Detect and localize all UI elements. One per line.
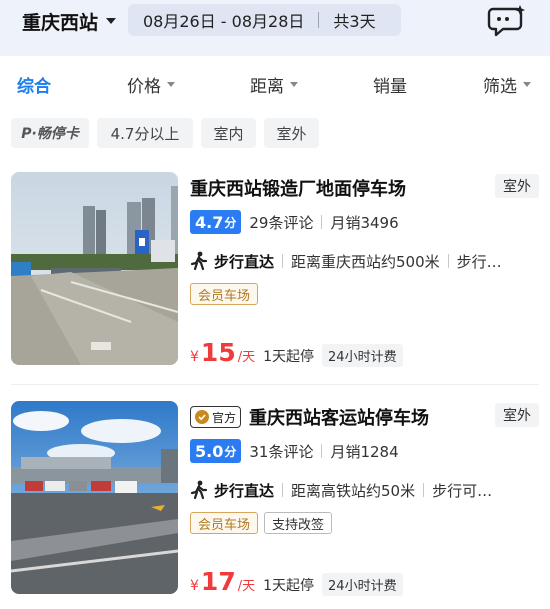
date-divider	[318, 12, 320, 28]
walk-info-row: 步行直达 距离高铁站约50米 步行可…	[190, 478, 538, 502]
tab-label: 价格	[127, 76, 161, 97]
currency-symbol: ¥	[190, 349, 199, 365]
parking-lot-photo	[11, 401, 178, 594]
divider	[282, 483, 284, 497]
list-divider	[11, 384, 539, 385]
tab-distance[interactable]: 距离	[250, 56, 298, 112]
chip-label: P·畅停卡	[21, 126, 79, 142]
caret-down-icon	[290, 81, 298, 87]
top-header: 重庆西站 08月26日 - 08月28日 共3天	[0, 0, 550, 56]
price-value: 17	[200, 567, 236, 596]
caret-down-icon	[167, 81, 175, 87]
total-days: 共3天	[333, 12, 376, 31]
chip-parking-card[interactable]: P·畅停卡	[11, 118, 89, 148]
monthly-sales: 月销1284	[330, 442, 399, 461]
billing-tag: 24小时计费	[322, 344, 403, 367]
review-count[interactable]: 31条评论	[249, 441, 313, 462]
review-count[interactable]: 29条评论	[249, 212, 313, 233]
tab-label: 距离	[250, 76, 284, 97]
score-badge: 4.7 分	[190, 210, 242, 234]
lot-type-badge: 室外	[495, 174, 539, 198]
divider	[321, 215, 323, 229]
member-lot-tag: 会员车场	[190, 283, 259, 305]
chip-outdoor[interactable]: 室外	[264, 118, 319, 148]
walking-person-icon	[190, 251, 208, 271]
rating-row: 4.7 分 29条评论 月销3496	[190, 210, 399, 234]
divider	[423, 483, 425, 497]
caret-down-icon	[523, 81, 531, 87]
date-range-selector[interactable]: 08月26日 - 08月28日 共3天	[128, 4, 401, 36]
official-badge: 官方	[190, 406, 242, 428]
score-badge: 5.0 分	[190, 439, 242, 463]
listing-title[interactable]: 重庆西站锻造厂地面停车场	[190, 175, 406, 201]
price-unit: /天	[237, 350, 256, 365]
walk-direct-label: 步行直达	[214, 481, 275, 500]
rating-row: 5.0 分 31条评论 月销1284	[190, 439, 399, 463]
caret-down-icon	[106, 18, 117, 24]
price-value: 15	[200, 338, 236, 367]
price-unit: /天	[237, 579, 256, 594]
feature-tags: 会员车场	[190, 283, 259, 307]
walk-info-row: 步行直达 距离重庆西站约500米 步行…	[190, 249, 538, 273]
tab-label: 筛选	[483, 76, 517, 97]
official-label: 官方	[212, 410, 237, 425]
tab-label: 销量	[373, 76, 407, 97]
parking-listing[interactable]: 重庆西站锻造厂地面停车场 室外 4.7 分 29条评论 月销3496 步行直达 距…	[0, 172, 550, 372]
station-selector[interactable]: 重庆西站	[22, 7, 117, 35]
min-stay: 1天起停	[263, 349, 315, 365]
sort-tabs: 综合 价格 距离 销量 筛选	[0, 56, 550, 112]
min-stay: 1天起停	[263, 578, 315, 594]
tab-price[interactable]: 价格	[127, 56, 175, 112]
score-unit: 分	[224, 444, 237, 459]
tab-sales[interactable]: 销量	[373, 56, 407, 112]
parking-listing[interactable]: 官方 重庆西站客运站停车场 室外 5.0 分 31条评论 月销1284 步行直达 …	[0, 401, 550, 601]
score-value: 5.0	[195, 441, 224, 461]
walk-extra-text: 步行…	[456, 252, 502, 271]
tab-label: 综合	[17, 76, 51, 97]
verified-check-icon	[195, 410, 209, 424]
chat-sparkle-icon[interactable]	[487, 3, 527, 39]
tab-filter[interactable]: 筛选	[483, 56, 531, 112]
billing-tag: 24小时计费	[322, 573, 403, 596]
member-lot-tag: 会员车场	[190, 512, 259, 534]
lot-type-badge: 室外	[495, 403, 539, 427]
distance-text: 距离重庆西站约500米	[291, 252, 440, 271]
score-unit: 分	[224, 215, 237, 230]
walk-direct-label: 步行直达	[214, 252, 275, 271]
chip-indoor[interactable]: 室内	[201, 118, 256, 148]
feature-tags: 会员车场 支持改签	[190, 512, 333, 536]
date-range-text: 08月26日 - 08月28日	[143, 12, 305, 31]
price-row: ¥ 15 /天 1天起停 24小时计费	[190, 338, 403, 368]
score-value: 4.7	[195, 212, 224, 232]
chip-rating[interactable]: 4.7分以上	[97, 118, 193, 148]
listing-title-row: 官方 重庆西站客运站停车场	[190, 403, 429, 431]
distance-text: 距离高铁站约50米	[291, 481, 416, 500]
divider	[447, 254, 449, 268]
walking-person-icon	[190, 480, 208, 500]
price-row: ¥ 17 /天 1天起停 24小时计费	[190, 567, 403, 597]
station-name: 重庆西站	[22, 11, 99, 34]
divider	[321, 444, 323, 458]
chip-label: 室内	[213, 124, 244, 143]
listing-title-row: 重庆西站锻造厂地面停车场	[190, 174, 406, 202]
chip-label: 室外	[276, 124, 307, 143]
parking-lot-photo	[11, 172, 178, 365]
currency-symbol: ¥	[190, 578, 199, 594]
listing-title[interactable]: 重庆西站客运站停车场	[249, 404, 429, 430]
divider	[282, 254, 284, 268]
tab-comprehensive[interactable]: 综合	[17, 56, 51, 112]
monthly-sales: 月销3496	[330, 213, 399, 232]
chip-label: 4.7分以上	[110, 124, 180, 143]
quick-filter-chips: P·畅停卡 4.7分以上 室内 室外	[0, 114, 550, 152]
rebook-support-tag: 支持改签	[264, 512, 333, 534]
walk-extra-text: 步行可…	[432, 481, 493, 500]
